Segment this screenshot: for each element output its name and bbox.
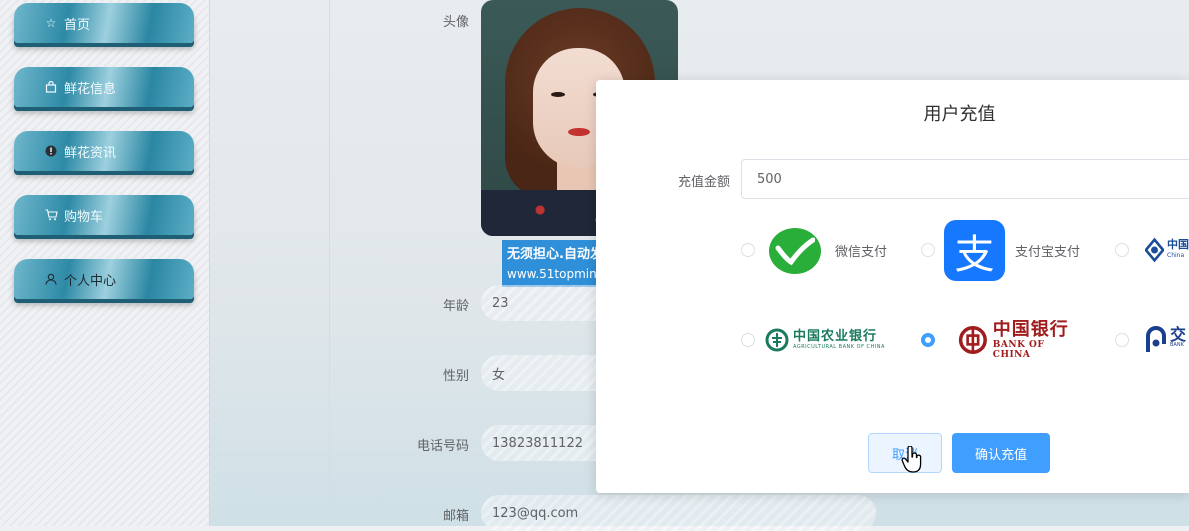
bank-of-communications-logo[interactable]: 交 BANK: [1145, 320, 1189, 360]
sidebar-item-label: 鲜花资讯: [64, 145, 117, 161]
avatar-lips: [568, 128, 590, 136]
radio-bank-of-china[interactable]: [921, 333, 935, 347]
bank-of-china-logo[interactable]: 中国银行 BANK OF CHINA: [958, 320, 1074, 360]
avatar-label: 头像: [442, 15, 469, 30]
china-construction-bank-logo[interactable]: 中国 China: [1145, 230, 1189, 270]
radio-alipay[interactable]: [921, 243, 935, 257]
phone-label: 电话号码: [416, 439, 469, 454]
comm-logo-sub: BANK: [1170, 342, 1184, 348]
sidebar-item-label: 首页: [64, 17, 91, 33]
gender-label: 性别: [442, 369, 469, 384]
boc-logo-sub: BANK OF CHINA: [992, 340, 1045, 360]
radio-bank-of-communications[interactable]: [1115, 333, 1129, 347]
boc-logo-text: 中国银行: [992, 320, 1069, 340]
sidebar-item-cart[interactable]: 购物车: [14, 195, 194, 235]
info-circle-icon: [44, 144, 58, 158]
star-icon: ☆: [45, 16, 57, 30]
shopping-bag-icon: [44, 80, 58, 94]
age-label: 年龄: [442, 299, 469, 314]
phone-value: 13823811122: [492, 435, 583, 451]
hand-cursor-icon: [901, 446, 922, 473]
sidebar-item-label: 鲜花信息: [64, 81, 117, 97]
amount-label: 充值金额: [677, 175, 730, 190]
email-value: 123@qq.com: [492, 505, 579, 521]
sidebar-item-label: 购物车: [64, 209, 104, 225]
alipay-label[interactable]: 支付宝支付: [1015, 241, 1080, 260]
age-value: 23: [492, 295, 509, 311]
recharge-dialog: 用户充值 充值金额 微信支付 支 支付宝支付 中国 China 中国农业银行 A…: [596, 80, 1189, 493]
ccb-logo-sub: China: [1167, 252, 1185, 259]
agricultural-bank-of-china-logo[interactable]: 中国农业银行 AGRICULTURAL BANK OF CHINA: [765, 320, 891, 360]
alipay-icon[interactable]: 支: [944, 220, 1005, 281]
avatar-eye: [551, 92, 565, 97]
abc-logo-text: 中国农业银行: [793, 329, 878, 344]
dialog-title: 用户充值: [923, 104, 996, 125]
wechat-pay-label[interactable]: 微信支付: [835, 241, 887, 260]
sidebar-item-label: 个人中心: [64, 273, 117, 289]
radio-wechat-pay[interactable]: [741, 243, 755, 257]
sidebar-item-flower-info[interactable]: 鲜花信息: [14, 67, 194, 107]
comm-logo-text: 交: [1170, 325, 1187, 344]
wechat-pay-icon[interactable]: [769, 228, 821, 274]
radio-construction-bank[interactable]: [1115, 243, 1129, 257]
sidebar: ☆ 首页 鲜花信息 鲜花资讯 购物车 个人中心: [0, 0, 210, 526]
ccb-logo-text: 中国: [1167, 238, 1189, 251]
abc-logo-sub: AGRICULTURAL BANK OF CHINA: [793, 344, 885, 350]
gender-value: 女: [492, 367, 506, 383]
sidebar-item-home[interactable]: ☆ 首页: [14, 3, 194, 43]
content-divider: [329, 0, 330, 526]
sidebar-item-flower-news[interactable]: 鲜花资讯: [14, 131, 194, 171]
confirm-recharge-button[interactable]: 确认充值: [952, 433, 1050, 473]
amount-input[interactable]: [741, 159, 1189, 199]
sidebar-item-personal-center[interactable]: 个人中心: [14, 259, 194, 299]
radio-agricultural-bank[interactable]: [741, 333, 755, 347]
cart-icon: [44, 208, 58, 222]
user-icon: [44, 272, 58, 286]
email-label: 邮箱: [442, 509, 469, 524]
